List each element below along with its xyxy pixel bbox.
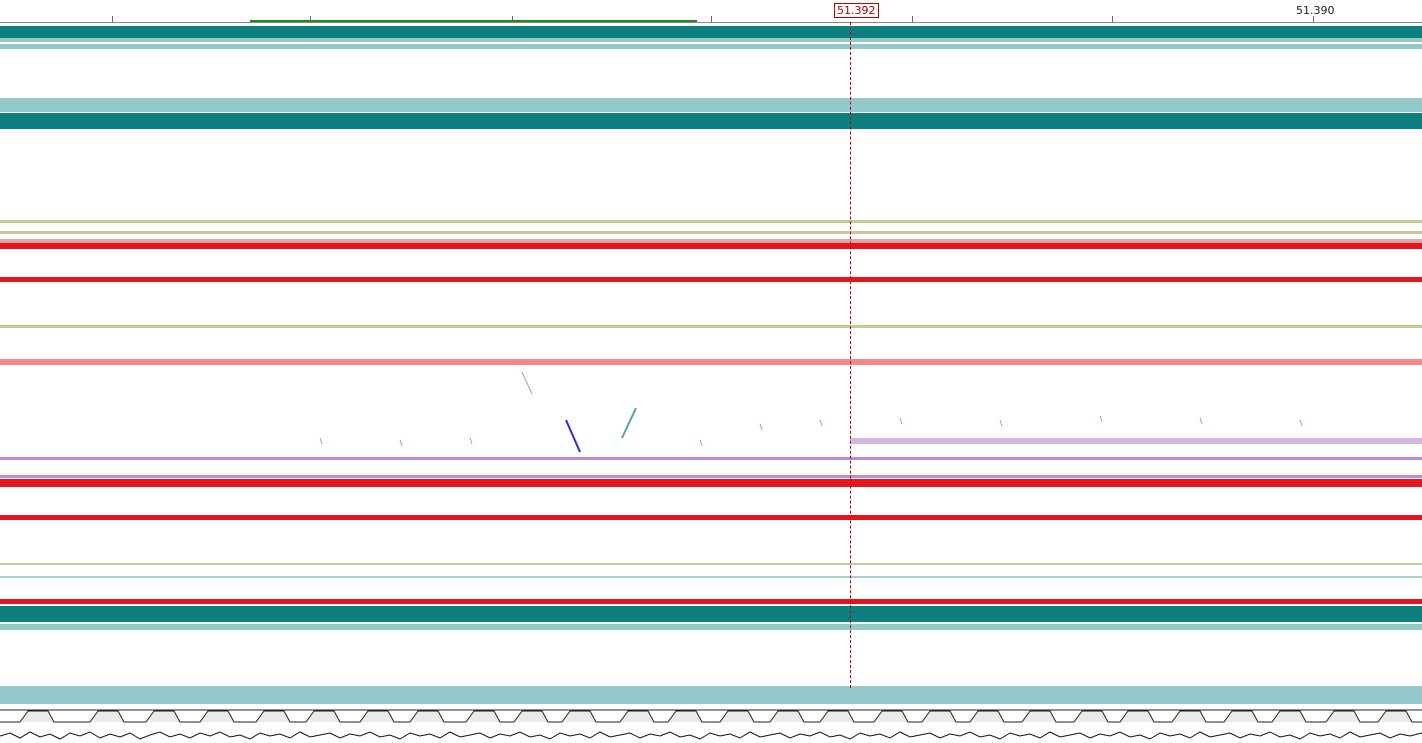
cursor-line: [850, 22, 851, 688]
read-marks: [319, 371, 1422, 453]
alignment-viewer[interactable]: 51.390 51.392: [0, 0, 1422, 743]
signal-trace: [0, 706, 1422, 743]
